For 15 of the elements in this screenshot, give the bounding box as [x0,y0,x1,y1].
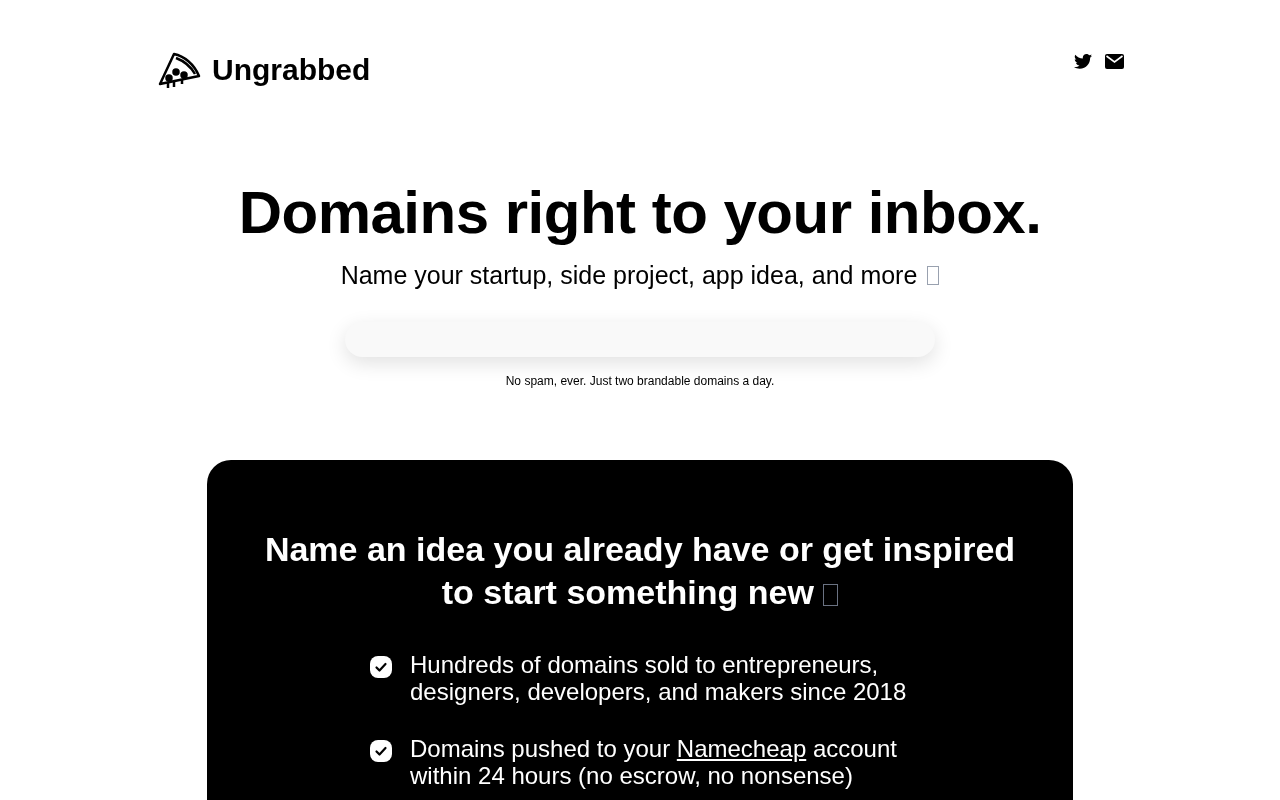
feature-text: Domains pushed to your Namecheap account within 24 hours (no escrow, no nonsense) [410,735,898,790]
bird-icon[interactable] [1074,53,1092,69]
check-icon [370,656,392,679]
missing-glyph-icon [823,584,839,607]
hero-heading: Domains right to your inbox. [238,183,1042,243]
card-heading: Name an idea you already have or get inspired to start something new [263,529,1017,614]
hero-note: No spam, ever. Just two brandable domains a day. [505,373,775,391]
namecheap-link[interactable]: Namecheap [676,735,807,763]
check-icon [370,740,392,763]
feature-text: Hundreds of domains sold to entrepreneurs, designers, developers, and makers since 2018 [410,651,908,706]
brand-name[interactable]: Ungrabbed [212,55,371,85]
missing-glyph-icon [927,266,940,286]
pizza-slice-icon [156,50,202,90]
envelope-icon[interactable] [1105,53,1124,69]
hero-subtitle: Name your startup, side project, app idea, and more [340,260,918,291]
